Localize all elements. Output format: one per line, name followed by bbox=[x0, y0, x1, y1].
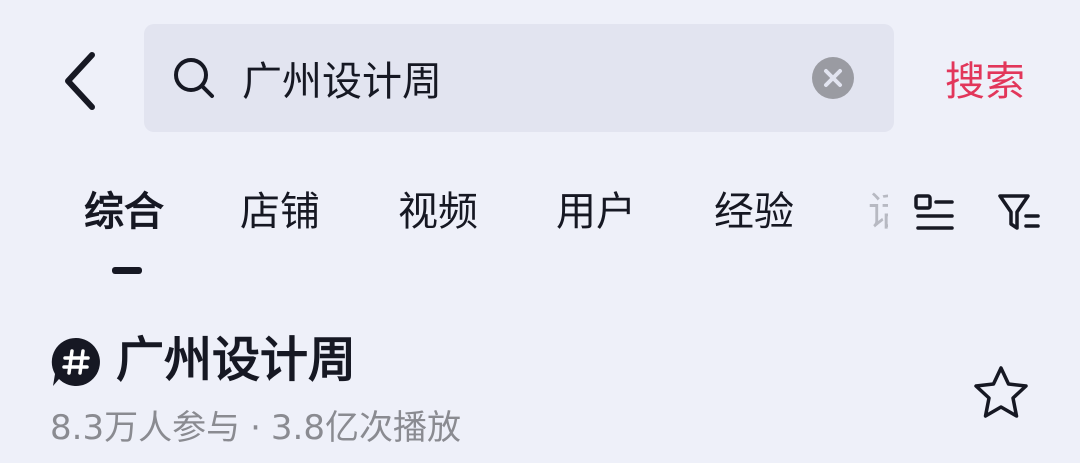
topic-plays: 3.8亿次播放 bbox=[270, 408, 461, 448]
topic-stats: 8.3万人参与 · 3.8亿次播放 bbox=[50, 404, 461, 452]
topic-title: 广州设计周 bbox=[116, 332, 357, 388]
topic-participants: 8.3万人参与 bbox=[50, 408, 241, 448]
search-bar-row: 搜索 bbox=[0, 0, 1080, 160]
hashtag-icon bbox=[51, 337, 100, 386]
clear-search-button[interactable] bbox=[812, 57, 854, 99]
search-input[interactable] bbox=[242, 46, 802, 110]
active-tab-indicator bbox=[112, 267, 142, 274]
star-outline-icon bbox=[974, 366, 1028, 418]
topic-card[interactable]: 广州设计周 8.3万人参与 · 3.8亿次播放 bbox=[0, 300, 1080, 463]
filter-button[interactable] bbox=[996, 190, 1042, 236]
filter-tabs: 综合 店铺 视频 用户 经验 话 bbox=[0, 170, 1080, 280]
tab-videos[interactable]: 视频 bbox=[398, 184, 478, 240]
tab-comprehensive[interactable]: 综合 bbox=[84, 184, 164, 240]
favorite-button[interactable] bbox=[972, 364, 1030, 422]
tab-experience[interactable]: 经验 bbox=[714, 184, 794, 240]
filter-icon bbox=[998, 194, 1040, 230]
search-box[interactable] bbox=[144, 24, 894, 132]
tab-users[interactable]: 用户 bbox=[556, 184, 636, 240]
stats-separator: · bbox=[250, 408, 261, 448]
clear-circle-icon bbox=[812, 57, 854, 99]
list-layout-icon bbox=[914, 194, 954, 230]
tab-overflow-label: 话 bbox=[868, 189, 888, 235]
tab-overflow-peek[interactable]: 话 bbox=[868, 184, 888, 240]
back-button[interactable] bbox=[48, 46, 112, 116]
chevron-left-icon bbox=[65, 52, 95, 110]
search-icon bbox=[174, 58, 214, 98]
layout-toggle-button[interactable] bbox=[912, 190, 958, 236]
tab-shops[interactable]: 店铺 bbox=[240, 184, 320, 240]
search-submit-button[interactable]: 搜索 bbox=[920, 46, 1050, 110]
